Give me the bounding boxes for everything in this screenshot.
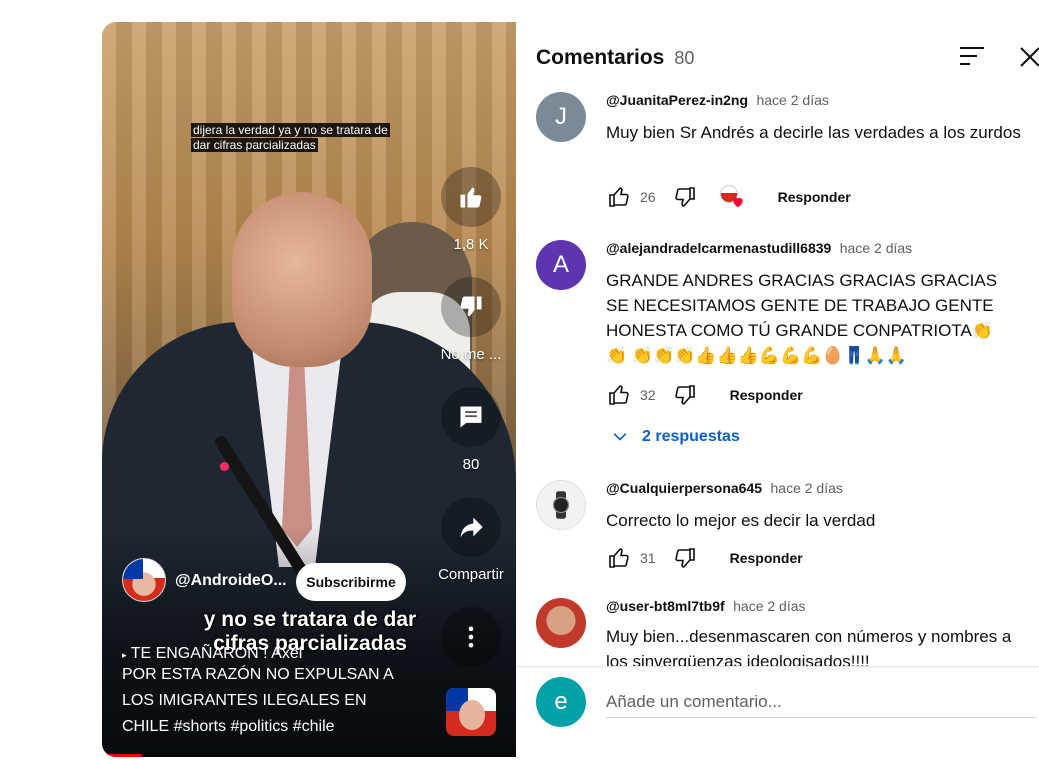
comment-author[interactable]: @alejandradelcarmenastudill6839 [606, 240, 831, 256]
comment-text: Muy bien Sr Andrés a decirle las verdade… [606, 123, 1021, 142]
comments-count: 80 [462, 456, 480, 473]
current-user-avatar: e [536, 677, 586, 727]
comment-header: @JuanitaPerez-in2ng hace 2 días [606, 92, 829, 110]
video-progress-bar[interactable] [102, 754, 142, 757]
microphone-light [220, 462, 229, 471]
comment-like-button[interactable] [606, 382, 632, 408]
comment-actions: 26 Responder [606, 184, 851, 210]
video-title-text: TE ENGAÑARON ! Axel [130, 645, 303, 662]
comment-like-count: 26 [640, 189, 656, 205]
thumbs-down-outline-icon [674, 548, 695, 568]
comment-time[interactable]: hace 2 días [756, 92, 828, 108]
comment-header: @Cualquierpersona645 hace 2 días [606, 480, 843, 498]
comment-dislike-button[interactable] [672, 545, 698, 571]
comment-item: @Cualquierpersona645 hace 2 días Correct… [536, 480, 1036, 580]
subscribe-button[interactable]: Subscribirme [296, 563, 406, 601]
view-replies-button[interactable]: 2 respuestas [610, 427, 740, 447]
comment-icon [460, 406, 482, 428]
watch-avatar-icon [552, 491, 570, 519]
comment-time[interactable]: hace 2 días [771, 480, 843, 496]
comments-panel: Comentarios 80 J @JuanitaPerez-in2ng hac… [516, 22, 1039, 757]
like-button[interactable] [441, 167, 501, 227]
speaker-head [232, 192, 372, 367]
thumbs-down-icon [460, 296, 482, 317]
sort-comments-button[interactable] [960, 46, 986, 66]
comment-author-avatar[interactable]: A [536, 240, 586, 290]
channel-avatar[interactable] [122, 558, 166, 602]
thumbs-up-icon [460, 187, 482, 208]
shorts-video-player[interactable]: dijera la verdad ya y no se tratara de d… [102, 22, 516, 757]
share-label: Compartir [438, 566, 504, 583]
comment-author[interactable]: @Cualquierpersona645 [606, 480, 762, 496]
comment-item: @user-bt8ml7tb9f hace 2 días Muy bien...… [536, 598, 1036, 666]
comment-actions: 31 Responder [606, 545, 803, 571]
play-small-icon: ▸ [122, 650, 127, 660]
thumbs-up-outline-icon [609, 187, 629, 207]
thumbs-down-outline-icon [674, 187, 695, 207]
comment-like-count: 31 [640, 550, 656, 566]
dislike-label: No me ... [440, 346, 502, 363]
comments-count-label: 80 [674, 48, 695, 68]
add-comment-input[interactable] [606, 686, 1036, 718]
comment-author[interactable]: @JuanitaPerez-in2ng [606, 92, 748, 108]
chevron-down-icon [613, 433, 627, 441]
comment-text: GRANDE ANDRES GRACIAS GRACIAS GRACIAS SE… [606, 271, 998, 365]
comments-title: Comentarios [536, 46, 665, 69]
comment-author[interactable]: @user-bt8ml7tb9f [606, 598, 725, 614]
more-options-button[interactable] [441, 607, 501, 667]
sound-thumbnail[interactable] [446, 688, 496, 736]
comment-author-avatar[interactable] [536, 480, 586, 530]
comment-time[interactable]: hace 2 días [840, 240, 912, 256]
comments-header: Comentarios 80 [536, 46, 694, 70]
comment-dislike-button[interactable] [672, 382, 698, 408]
thumbs-up-outline-icon [609, 385, 629, 405]
more-vertical-icon [468, 626, 474, 648]
reply-button[interactable]: Responder [778, 189, 851, 205]
comment-header: @alejandradelcarmenastudill6839 hace 2 d… [606, 240, 912, 258]
close-panel-button[interactable] [1019, 46, 1039, 68]
dislike-button[interactable] [441, 277, 501, 337]
channel-name[interactable]: @AndroideO... [175, 572, 287, 590]
reply-button[interactable]: Responder [730, 550, 803, 566]
video-subtitle: dijera la verdad ya y no se tratara de d… [191, 123, 390, 152]
thumbs-up-outline-icon [609, 548, 629, 568]
reply-button[interactable]: Responder [730, 387, 803, 403]
creator-heart-badge [719, 185, 744, 209]
comment-item: J @JuanitaPerez-in2ng hace 2 días Muy bi… [536, 92, 1036, 212]
comment-author-avatar[interactable]: J [536, 92, 586, 142]
comment-text: Muy bien...desenmascaren con números y n… [606, 627, 1012, 666]
comment-like-count: 32 [640, 387, 656, 403]
comment-dislike-button[interactable] [672, 184, 698, 210]
comments-button[interactable] [441, 387, 501, 447]
thumbs-down-outline-icon [674, 385, 695, 405]
like-count: 1,8 K [453, 236, 489, 253]
comment-item: A @alejandradelcarmenastudill6839 hace 2… [536, 240, 1036, 450]
video-title[interactable]: POR ESTA RAZÓN NO EXPULSAN A LOS IMIGRAN… [122, 662, 402, 740]
comment-author-avatar[interactable] [536, 598, 586, 648]
heart-icon [732, 197, 743, 208]
comment-time[interactable]: hace 2 días [733, 598, 805, 614]
footer-divider [516, 666, 1039, 667]
sort-icon [960, 47, 984, 65]
share-arrow-icon [460, 517, 483, 538]
share-button[interactable] [441, 497, 501, 557]
comment-like-button[interactable] [606, 545, 632, 571]
comment-like-button[interactable] [606, 184, 632, 210]
comment-text: Correcto lo mejor es decir la verdad [606, 511, 876, 530]
comment-actions: 32 Responder [606, 382, 803, 408]
video-title-line1[interactable]: ▸ TE ENGAÑARON ! Axel [122, 645, 302, 663]
comment-header: @user-bt8ml7tb9f hace 2 días [606, 598, 806, 616]
replies-count-label: 2 respuestas [642, 428, 740, 445]
close-icon [1020, 47, 1039, 67]
